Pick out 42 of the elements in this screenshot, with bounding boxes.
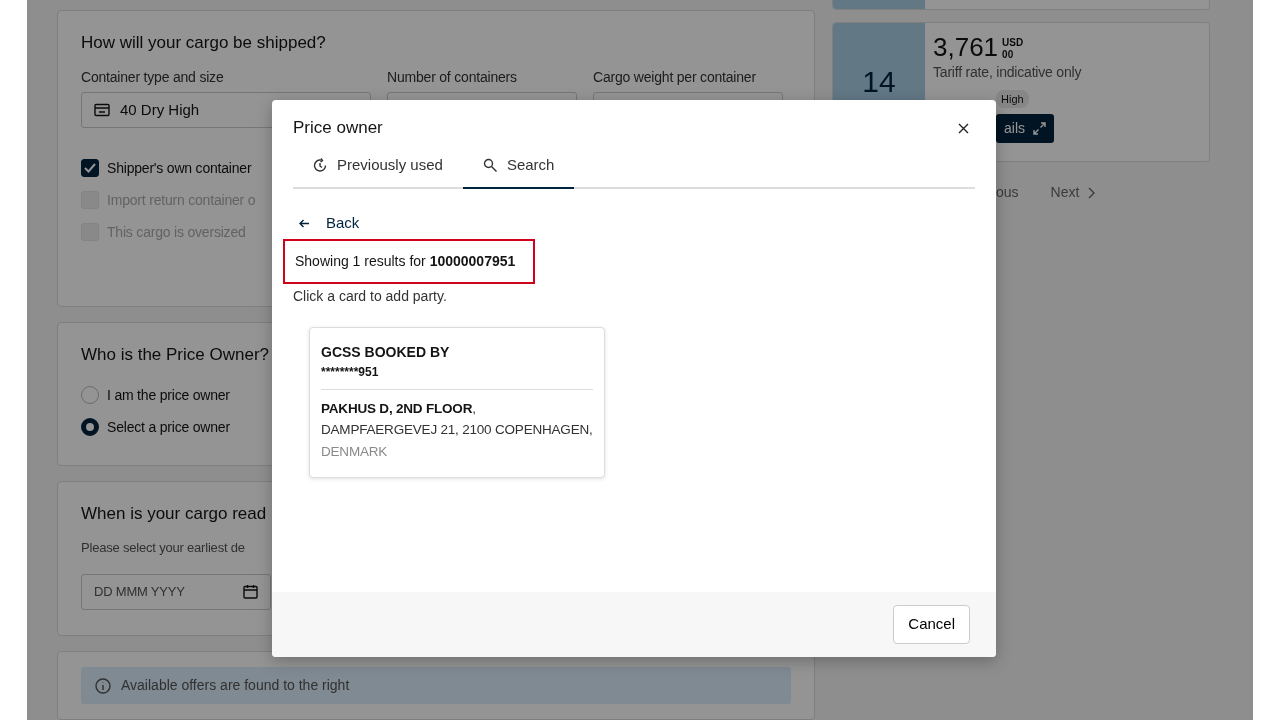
party-id: ********951 [321, 362, 593, 390]
date-placeholder: DD MMM YYYY [94, 583, 185, 602]
cancel-button[interactable]: Cancel [893, 605, 970, 644]
back-arrow-icon [299, 218, 310, 228]
currency-code: USD [1002, 37, 1024, 49]
close-icon [957, 122, 969, 134]
expand-icon [1033, 122, 1046, 136]
section-title: How will your cargo be shipped? [81, 33, 326, 54]
section-title: Who is the Price Owner? [81, 344, 269, 365]
calendar-icon [243, 584, 258, 600]
party-card[interactable]: GCSS BOOKED BY ********951 PAKHUS D, 2ND FLOOR, DAMPFAERGEVEJ 21, 2100 COPENHAGEN, DENMARK [309, 326, 605, 478]
field-label: Container type and size [81, 68, 225, 88]
results-summary: Showing 1 results for 10000007951 [283, 238, 536, 284]
checkbox[interactable] [81, 159, 99, 178]
section-title: When is your cargo read [81, 504, 267, 525]
transit-days: 14 [862, 67, 896, 97]
date-field[interactable]: DD MMM YYYY [81, 573, 271, 610]
instruction-text: Click a card to add party. [293, 286, 448, 306]
container-tag: High [996, 89, 1029, 109]
hint-text: Please select your earliest de [81, 539, 246, 558]
rate-note: Tariff rate, indicative only [933, 62, 1082, 82]
info-text: Available offers are found to the right [121, 676, 350, 695]
option-label: Select a price owner [107, 417, 230, 437]
field-label: Number of containers [387, 68, 518, 88]
search-icon [482, 158, 498, 174]
details-button[interactable]: ails [996, 114, 1054, 144]
history-icon [313, 158, 328, 174]
price-cents: 00 [1002, 49, 1015, 61]
back-link[interactable]: Back [293, 212, 360, 235]
party-address: PAKHUS D, 2ND FLOOR, DAMPFAERGEVEJ 21, 2100 COPENHAGEN, DENMARK [321, 399, 593, 462]
dialog-tab[interactable]: Search [462, 148, 575, 189]
field-label: Cargo weight per container [593, 68, 757, 88]
chevron-right-icon [1087, 186, 1096, 199]
party-name: GCSS BOOKED BY [321, 342, 451, 362]
container-icon [94, 103, 110, 118]
radio-button[interactable] [81, 418, 99, 436]
option-label: Shipper's own container [107, 158, 252, 178]
info-icon [95, 677, 111, 694]
dialog-tab[interactable]: Previously used [293, 148, 463, 189]
option-label: I am the price owner [107, 385, 230, 405]
price-amount: 3,761 [933, 33, 999, 62]
next-link[interactable]: Next [1050, 182, 1096, 203]
